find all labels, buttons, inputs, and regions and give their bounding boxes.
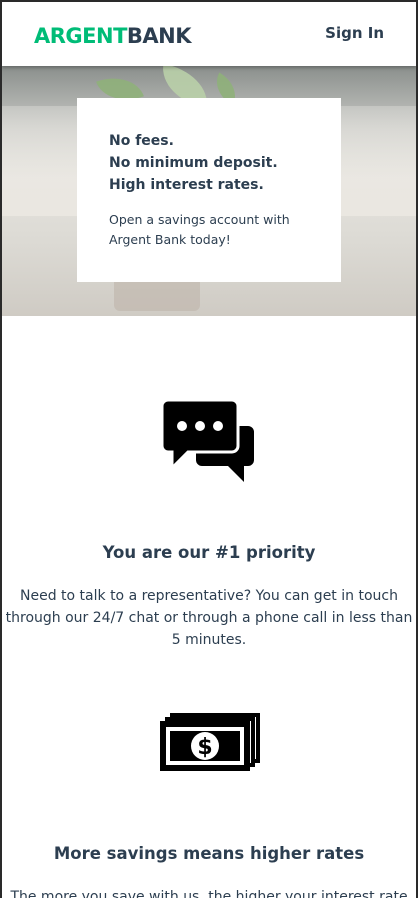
hero-subtitle: High interest rates. <box>109 177 264 193</box>
hero-text: Open a savings account with Argent Bank … <box>109 212 290 247</box>
main-nav: ARGENTBANK Sign In <box>2 2 416 66</box>
chat-icon <box>160 398 254 482</box>
logo-bank: BANK <box>126 24 192 48</box>
logo[interactable]: ARGENTBANK <box>34 23 192 49</box>
hero-subtitle: No fees. <box>109 133 174 149</box>
feature-item: You are our #1 priority <box>2 543 416 562</box>
hero-banner: No fees. No minimum deposit. High intere… <box>2 66 416 316</box>
feature-title: More savings means higher rates <box>53 844 365 863</box>
hero-content-card: No fees. No minimum deposit. High intere… <box>77 98 341 282</box>
feature-text: The more you save with us, the higher yo… <box>10 889 408 898</box>
hero-subtitle: No minimum deposit. <box>109 155 278 171</box>
feature-title: You are our #1 priority <box>102 543 316 562</box>
feature-item: More savings means higher rates <box>2 844 416 863</box>
sign-in-link[interactable]: Sign In <box>325 24 384 42</box>
svg-text:$: $ <box>197 735 212 760</box>
feature-text: Need to talk to a representative? You ca… <box>5 588 413 648</box>
hero-subtitles: No fees. No minimum deposit. High intere… <box>109 130 319 196</box>
feature-text-block: Need to talk to a representative? You ca… <box>2 585 416 651</box>
money-icon: $ <box>160 713 260 771</box>
feature-text-block: The more you save with us, the higher yo… <box>2 886 416 898</box>
page-frame: ARGENTBANK Sign In No fees. No minimum d… <box>0 0 418 898</box>
logo-argent: ARGENT <box>34 24 127 48</box>
